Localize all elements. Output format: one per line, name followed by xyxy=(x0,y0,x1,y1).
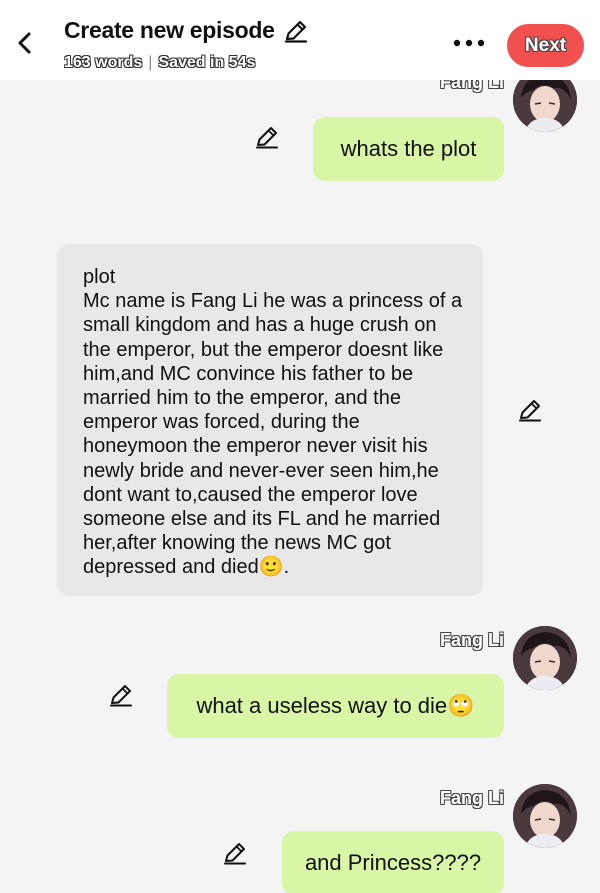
more-icon[interactable] xyxy=(452,34,486,52)
title-row: Create new episode xyxy=(64,17,309,44)
meta-separator: | xyxy=(148,54,153,71)
message-bubble[interactable]: and Princess???? xyxy=(282,831,504,893)
episode-editor-screen: Create new episode 163 words | Saved in … xyxy=(0,0,600,893)
message-text: whats the plot xyxy=(340,135,477,161)
sender-name: Fang Li xyxy=(440,630,504,650)
page-title: Create new episode xyxy=(64,17,275,43)
episode-meta: 163 words | Saved in 54s xyxy=(64,54,255,72)
avatar[interactable] xyxy=(513,626,577,690)
saved-status: Saved in 54s xyxy=(158,54,256,71)
pencil-icon[interactable] xyxy=(283,18,309,44)
edit-icon[interactable] xyxy=(222,840,248,866)
word-count: 163 words xyxy=(64,54,143,71)
avatar[interactable] xyxy=(513,784,577,848)
top-bar: Create new episode 163 words | Saved in … xyxy=(0,0,600,80)
avatar-image xyxy=(513,626,577,690)
next-button[interactable]: Next xyxy=(507,24,584,67)
narration-bubble[interactable]: plot Mc name is Fang Li he was a princes… xyxy=(57,244,483,596)
back-arrow-icon[interactable] xyxy=(12,28,38,58)
message-text: what a useless way to die🙄 xyxy=(196,692,475,718)
edit-icon[interactable] xyxy=(108,682,134,708)
edit-icon[interactable] xyxy=(254,124,280,150)
avatar-image xyxy=(513,784,577,848)
message-text: and Princess???? xyxy=(304,849,482,875)
message-bubble[interactable]: what a useless way to die🙄 xyxy=(167,674,504,738)
sender-name: Fang Li xyxy=(440,788,504,808)
edit-icon[interactable] xyxy=(517,397,543,423)
message-bubble[interactable]: whats the plot xyxy=(313,117,504,181)
